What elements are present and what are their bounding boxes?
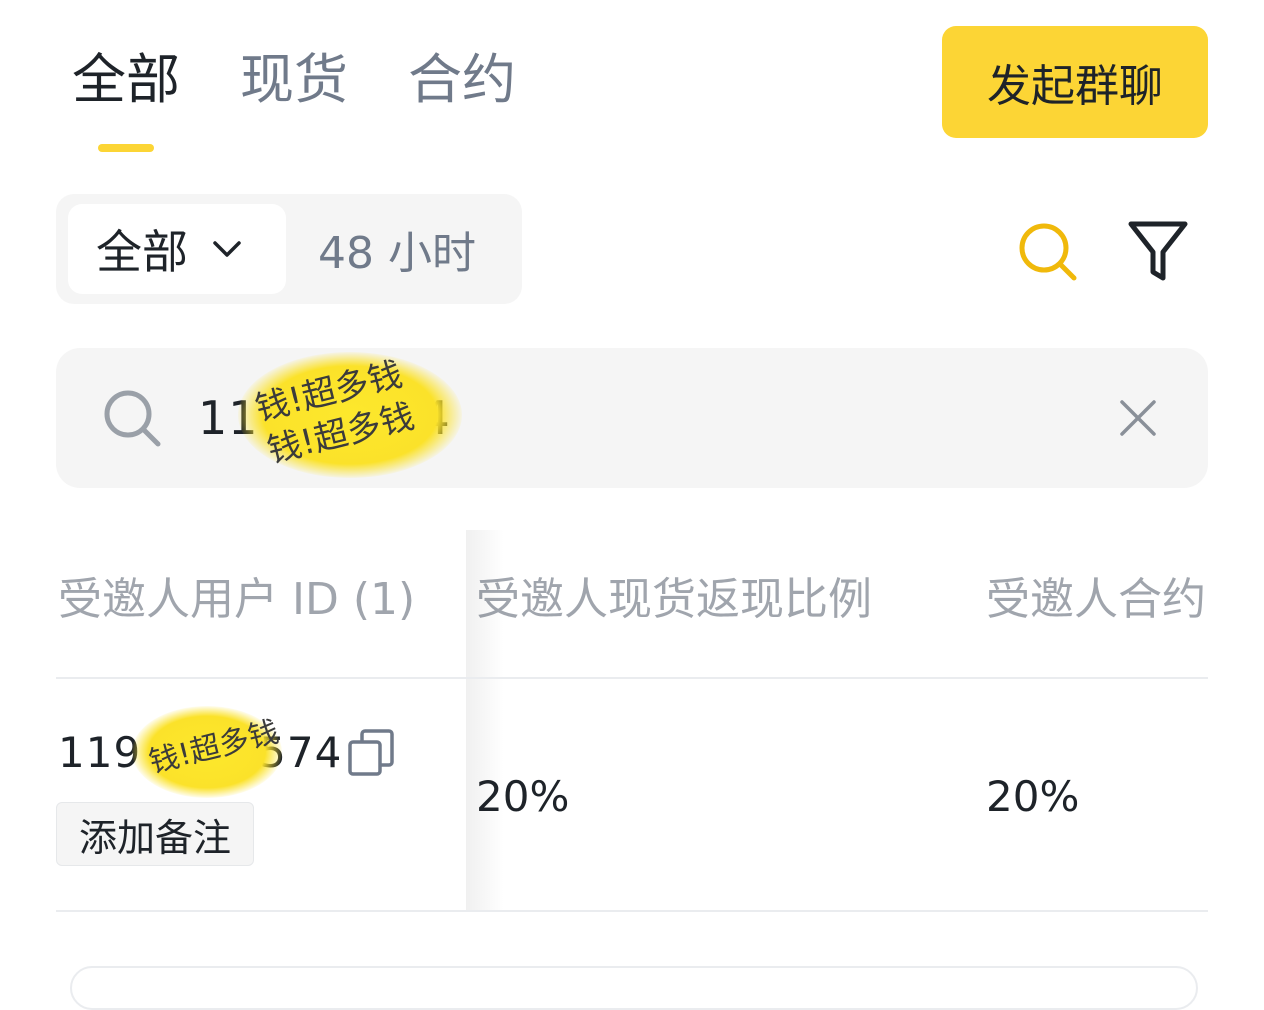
column-header-user-id: 受邀人用户 ID (1) — [58, 574, 416, 625]
column-header-spot-ratio: 受邀人现货返现比例 — [476, 574, 872, 625]
tab-futures[interactable]: 合约 — [408, 40, 516, 120]
range-option-48h[interactable]: 48 小时 — [318, 194, 476, 304]
add-note-button[interactable]: 添加备注 — [56, 802, 254, 866]
copy-icon[interactable] — [346, 728, 396, 778]
search-icon[interactable] — [1016, 220, 1080, 284]
filter-icon[interactable] — [1126, 218, 1190, 284]
tab-bar: 全部 现货 合约 — [72, 40, 516, 120]
frozen-column-shadow — [466, 530, 504, 912]
active-tab-indicator — [98, 144, 154, 152]
futures-ratio-value: 20% — [986, 772, 1080, 821]
search-field[interactable]: 114 — [56, 348, 1208, 488]
tab-all[interactable]: 全部 — [72, 40, 180, 120]
user-id-start: 119 — [58, 728, 142, 777]
header-divider — [56, 677, 1208, 679]
column-header-futures-ratio: 受邀人合约 — [986, 574, 1206, 625]
row-divider — [56, 910, 1208, 912]
tab-spot[interactable]: 现货 — [240, 40, 348, 120]
time-range-segment: 全部 48 小时 — [56, 194, 522, 304]
range-dropdown[interactable]: 全部 — [68, 204, 286, 294]
range-dropdown-label: 全部 — [96, 225, 188, 279]
chevron-down-icon — [212, 239, 242, 259]
start-group-chat-button[interactable]: 发起群聊 — [942, 26, 1208, 138]
bottom-card — [70, 966, 1198, 1010]
close-icon[interactable] — [1118, 398, 1158, 438]
spot-ratio-value: 20% — [476, 772, 570, 821]
search-field-icon — [102, 388, 162, 448]
